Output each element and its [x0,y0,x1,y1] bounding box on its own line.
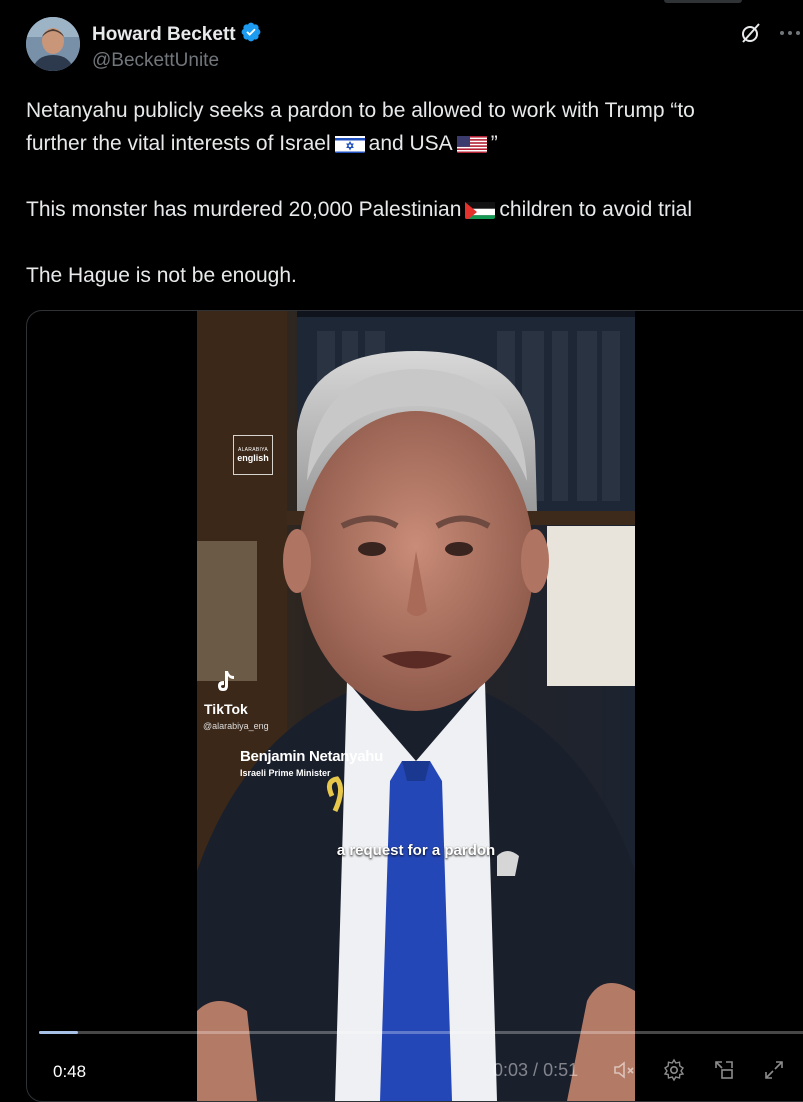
top-edge-tab [664,0,742,3]
fullscreen-icon[interactable] [761,1057,787,1083]
video-still [197,311,635,1101]
speaker-title: Israeli Prime Minister [240,768,331,778]
tweet-line-4: The Hague is not be enough. [26,264,297,287]
grok-icon[interactable] [739,21,763,45]
tweet-text: Netanyahu publicly seeks a pardon to be … [26,94,803,292]
mute-icon[interactable] [611,1057,637,1083]
time-display: 0:03 / 0:51 [493,1060,579,1080]
remaining-time: 0:48 [45,1059,95,1085]
progress-bar[interactable] [39,1031,803,1034]
picture-in-picture-icon[interactable] [711,1057,737,1083]
tweet-line-2: further the vital interests of Israel and… [26,132,498,155]
tiktok-label: TikTok [204,701,248,717]
tweet-header: Howard Beckett @BeckettUnite [26,17,803,77]
tiktok-logo [211,667,241,702]
video-frame[interactable]: ALARABIYA english TikTok @alarabiya_eng … [197,311,635,1101]
video-player[interactable]: ALARABIYA english TikTok @alarabiya_eng … [26,310,803,1102]
settings-gear-icon[interactable] [661,1057,687,1083]
verified-badge-icon [240,21,262,48]
video-controls: 0:48 0:03 / 0:51 [27,1011,803,1101]
palestine-flag-icon [465,199,496,219]
alarabiya-watermark: ALARABIYA english [233,435,273,475]
speaker-name: Benjamin Netanyahu [240,748,383,765]
usa-flag-icon [456,133,487,153]
video-caption: a request for a pardon [336,842,496,859]
author-handle[interactable]: @BeckettUnite [92,50,219,72]
tweet-line-1: Netanyahu publicly seeks a pardon to be … [26,99,695,122]
author-display-name[interactable]: Howard Beckett [92,24,236,46]
israel-flag-icon [334,133,365,153]
author-name-row: Howard Beckett [92,21,262,48]
tweet-line-3: This monster has murdered 20,000 Palesti… [26,198,693,221]
header-actions [739,21,803,45]
avatar[interactable] [26,17,80,71]
progress-fill [39,1031,78,1034]
more-icon[interactable] [777,21,803,45]
tiktok-icon [218,671,234,691]
tiktok-handle: @alarabiya_eng [203,721,269,731]
